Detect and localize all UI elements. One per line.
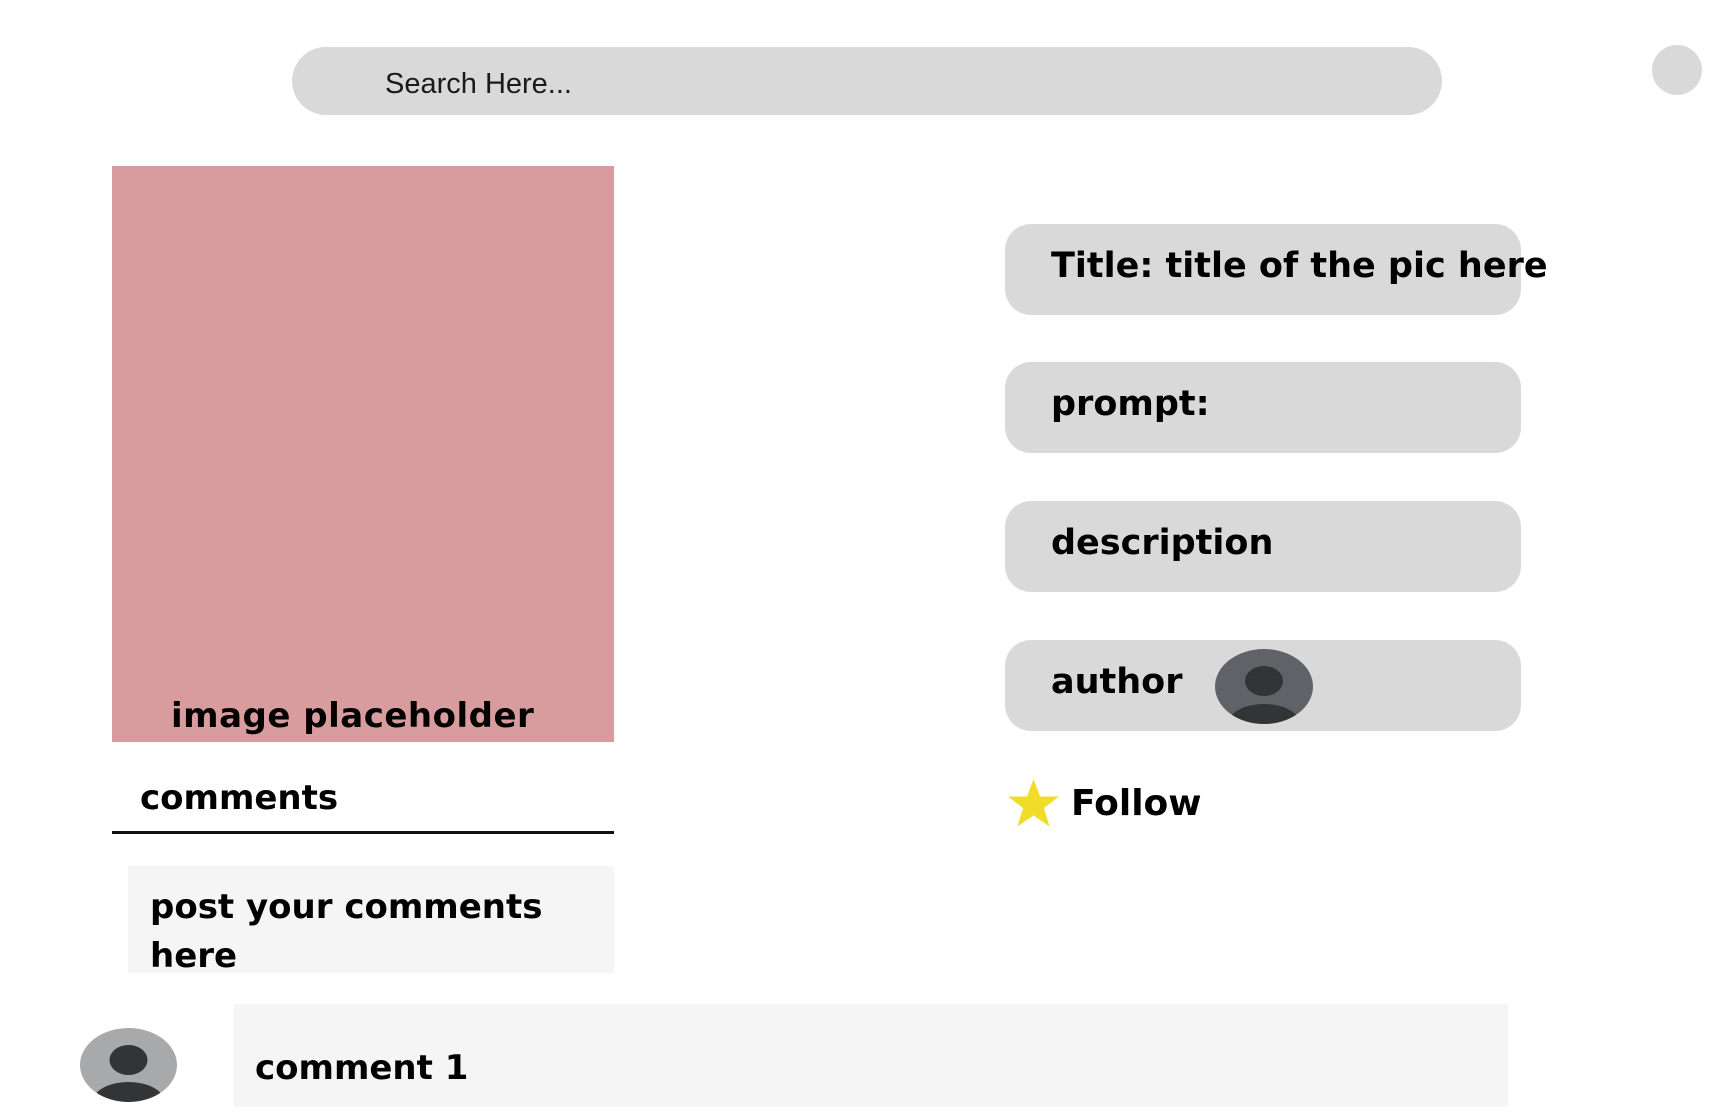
comment-text: comment 1 [255,1048,469,1088]
author-field[interactable]: author [1005,640,1521,731]
prompt-field: prompt: [1005,362,1521,453]
search-bar[interactable] [292,47,1442,115]
profile-avatar[interactable] [1652,45,1702,95]
post-comment-input[interactable]: post your comments here [128,866,614,973]
user-icon [80,1028,177,1102]
follow-button[interactable]: Follow [1006,778,1202,828]
title-text: Title: title of the pic here [1051,246,1548,286]
search-input[interactable] [385,47,1385,115]
description-field: description [1005,501,1521,592]
image-caption: image placeholder [171,696,535,736]
post-comment-placeholder: post your comments here [150,887,543,973]
user-icon[interactable] [1215,649,1313,724]
image-placeholder: image placeholder [112,166,614,742]
title-field: Title: title of the pic here [1005,224,1548,315]
prompt-text: prompt: [1051,384,1210,424]
comments-divider [112,831,614,834]
description-text: description [1051,523,1274,563]
comments-heading: comments [140,778,339,818]
star-icon [1008,779,1059,827]
author-label: author [1051,662,1183,702]
comment-item: comment 1 [234,1004,1508,1107]
follow-label: Follow [1071,782,1202,824]
